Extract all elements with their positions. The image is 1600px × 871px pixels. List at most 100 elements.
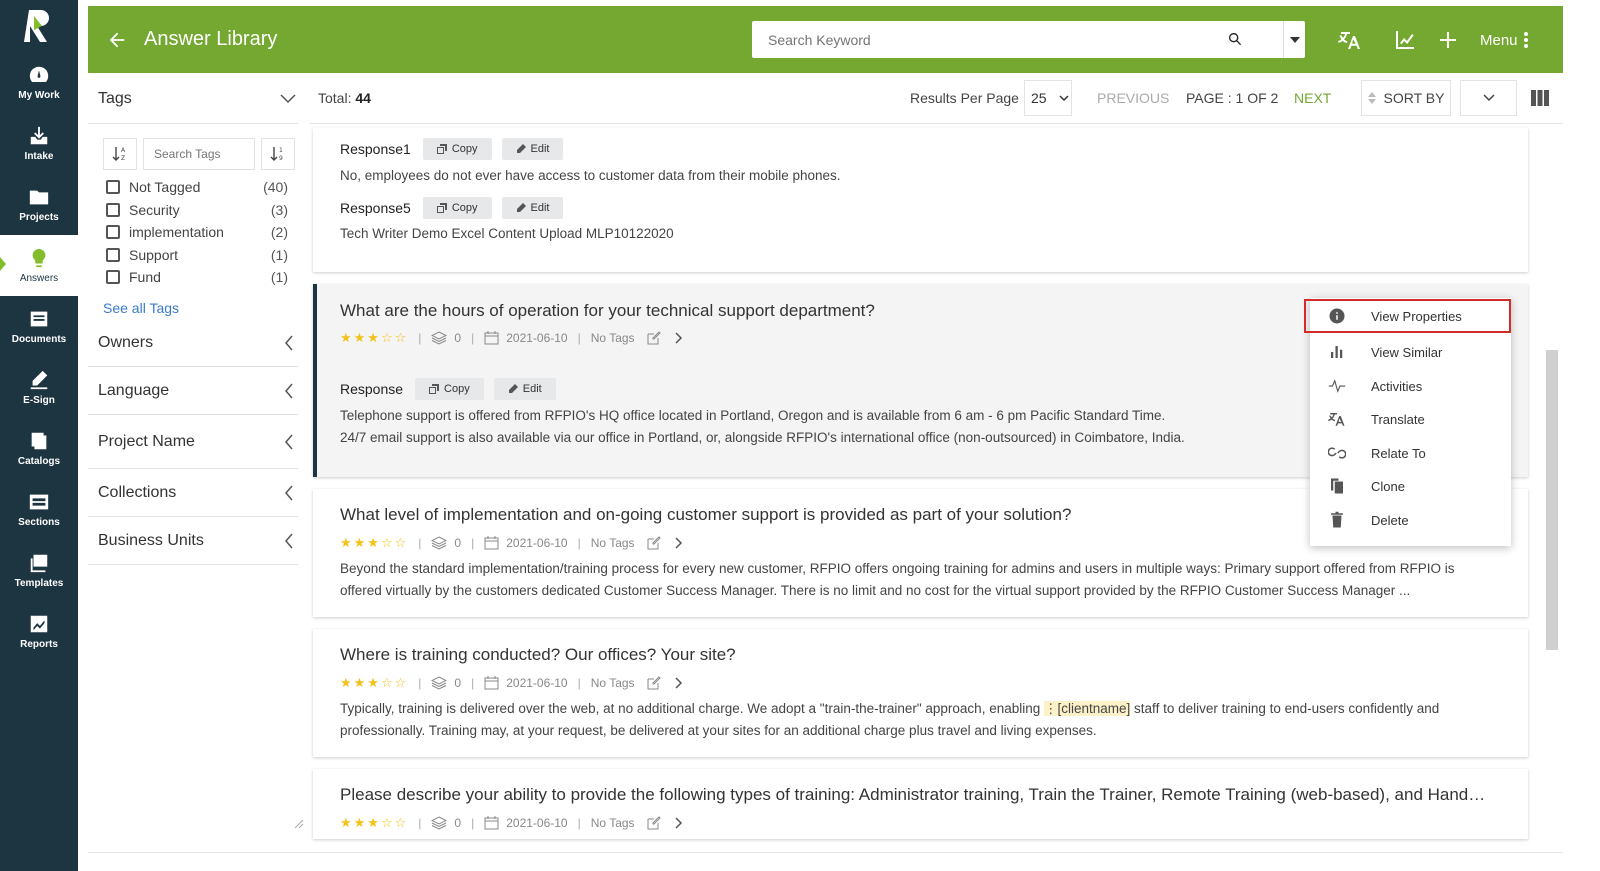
back-arrow-icon[interactable] bbox=[106, 29, 128, 51]
language-filter[interactable]: Language bbox=[88, 367, 298, 415]
edit-tags-icon[interactable] bbox=[647, 676, 661, 690]
date-value: 2021-06-10 bbox=[506, 536, 568, 550]
app-header: Answer Library Menu bbox=[88, 6, 1563, 73]
tag-option[interactable]: Security (3) bbox=[106, 199, 288, 222]
answer-card[interactable]: Where is training conducted? Our offices… bbox=[313, 629, 1528, 757]
date-value: 2021-06-10 bbox=[506, 816, 568, 830]
rating-stars[interactable]: ★★★☆☆ bbox=[340, 330, 408, 346]
rating-stars[interactable]: ★★★☆☆ bbox=[340, 675, 408, 691]
tag-count: (3) bbox=[270, 201, 288, 218]
menu-item-activities[interactable]: Activities bbox=[1310, 369, 1511, 403]
nav-label: Intake bbox=[24, 151, 54, 162]
edit-label: Edit bbox=[530, 143, 550, 155]
pencil-icon bbox=[508, 384, 518, 393]
chevron-down-icon bbox=[1482, 94, 1495, 102]
nav-templates[interactable]: Templates bbox=[0, 540, 78, 601]
filter-section-title: Business Units bbox=[98, 531, 204, 549]
next-page-button[interactable]: NEXT bbox=[1294, 90, 1331, 106]
nav-documents[interactable]: Documents bbox=[0, 296, 78, 357]
menu-button[interactable]: Menu bbox=[1480, 32, 1518, 49]
tag-option[interactable]: Support (1) bbox=[106, 244, 288, 267]
tags-filter-header[interactable]: Tags bbox=[88, 74, 298, 124]
analytics-chart-icon[interactable] bbox=[1393, 28, 1417, 52]
copy-button[interactable]: Copy bbox=[422, 138, 492, 160]
owners-filter[interactable]: Owners bbox=[88, 319, 298, 367]
variable-placeholder[interactable]: ⋮[clientname] bbox=[1044, 701, 1131, 716]
calendar-icon bbox=[484, 331, 499, 345]
resize-handle-icon[interactable] bbox=[294, 819, 304, 829]
menu-item-delete[interactable]: Delete bbox=[1310, 503, 1511, 537]
sort-by-button[interactable]: SORT BY bbox=[1361, 80, 1451, 116]
usage-count-value: 0 bbox=[454, 536, 462, 550]
rating-stars[interactable]: ★★★☆☆ bbox=[340, 535, 408, 551]
edit-tags-icon[interactable] bbox=[647, 816, 661, 830]
question-title[interactable]: What are the hours of operation for your… bbox=[340, 301, 875, 321]
nav-sections[interactable]: Sections bbox=[0, 479, 78, 540]
nav-catalogs[interactable]: Catalogs bbox=[0, 418, 78, 479]
search-tags-input[interactable] bbox=[143, 138, 255, 170]
edit-tags-icon[interactable] bbox=[647, 536, 661, 550]
question-title[interactable]: Where is training conducted? Our offices… bbox=[340, 645, 736, 665]
copy-icon bbox=[436, 203, 447, 213]
checkbox[interactable] bbox=[106, 270, 120, 285]
nav-projects[interactable]: Projects bbox=[0, 174, 78, 235]
chevron-right-icon[interactable] bbox=[675, 817, 683, 829]
nav-esign[interactable]: E-Sign bbox=[0, 357, 78, 418]
nav-my-work[interactable]: My Work bbox=[0, 52, 78, 113]
chevron-right-icon[interactable] bbox=[675, 332, 683, 344]
edit-button[interactable]: Edit bbox=[493, 378, 556, 400]
see-all-tags-link[interactable]: See all Tags bbox=[103, 300, 179, 316]
answer-card[interactable]: Response1 Copy Edit No, employees do not… bbox=[313, 128, 1528, 272]
tag-option[interactable]: implementation (2) bbox=[106, 221, 288, 244]
previous-page-button[interactable]: PREVIOUS bbox=[1097, 90, 1169, 106]
nav-answers[interactable]: Answers bbox=[0, 235, 78, 296]
search-input[interactable] bbox=[752, 31, 1222, 48]
sort-direction-dropdown[interactable] bbox=[1460, 80, 1517, 116]
nav-intake[interactable]: Intake bbox=[0, 113, 78, 174]
edit-button[interactable]: Edit bbox=[501, 138, 564, 160]
business-units-filter[interactable]: Business Units bbox=[88, 517, 298, 565]
app-logo[interactable] bbox=[0, 0, 78, 52]
response-header: Response Copy Edit bbox=[340, 378, 556, 400]
copy-button[interactable]: Copy bbox=[415, 378, 484, 400]
filters-panel: Tags AZ 19 Not Tagged (40) Security (3) im… bbox=[88, 74, 304, 854]
menu-item-view-similar[interactable]: View Similar bbox=[1310, 335, 1511, 369]
menu-item-relate-to[interactable]: Relate To bbox=[1310, 436, 1511, 470]
menu-item-translate[interactable]: Translate bbox=[1310, 402, 1511, 436]
plus-icon[interactable] bbox=[1436, 28, 1460, 52]
checkbox[interactable] bbox=[106, 225, 120, 240]
sort-count-button[interactable]: 19 bbox=[261, 138, 295, 170]
checkbox[interactable] bbox=[106, 180, 120, 195]
column-view-icon[interactable] bbox=[1531, 90, 1549, 106]
answer-card[interactable]: Please describe your ability to provide … bbox=[313, 769, 1528, 839]
translate-icon[interactable] bbox=[1338, 28, 1362, 52]
question-title[interactable]: What level of implementation and on-goin… bbox=[340, 505, 1071, 525]
menu-item-view-properties[interactable]: View Properties bbox=[1304, 299, 1511, 333]
menu-item-clone[interactable]: Clone bbox=[1310, 469, 1511, 503]
tag-option[interactable]: Not Tagged (40) bbox=[106, 176, 288, 199]
project-name-filter[interactable]: Project Name bbox=[88, 415, 298, 469]
results-scrollbar-thumb[interactable] bbox=[1546, 350, 1558, 650]
more-vertical-icon[interactable] bbox=[1523, 30, 1529, 50]
checkbox[interactable] bbox=[106, 247, 120, 262]
collections-filter[interactable]: Collections bbox=[88, 469, 298, 517]
usage-count-value: 0 bbox=[454, 816, 462, 830]
total-label: Total: bbox=[318, 90, 352, 106]
copy-button[interactable]: Copy bbox=[422, 197, 492, 219]
search-icon[interactable] bbox=[1227, 31, 1243, 47]
nav-reports[interactable]: Reports bbox=[0, 601, 78, 662]
chevron-right-icon[interactable] bbox=[675, 537, 683, 549]
rating-stars[interactable]: ★★★☆☆ bbox=[340, 815, 408, 831]
answer-meta: ★★★☆☆ | 0 | 2021-06-10 | No Tags bbox=[340, 535, 683, 551]
results-per-page-select[interactable]: 25 bbox=[1024, 80, 1072, 116]
total-value: 44 bbox=[355, 90, 371, 106]
question-title[interactable]: Please describe your ability to provide … bbox=[340, 785, 1485, 805]
checkbox[interactable] bbox=[106, 202, 120, 217]
chevron-right-icon[interactable] bbox=[675, 677, 683, 689]
edit-button[interactable]: Edit bbox=[501, 197, 564, 219]
sort-alpha-button[interactable]: AZ bbox=[103, 138, 137, 170]
edit-tags-icon[interactable] bbox=[647, 331, 661, 345]
tag-option[interactable]: Fund (1) bbox=[106, 266, 288, 289]
chevron-left-icon bbox=[285, 383, 293, 398]
search-options-dropdown[interactable] bbox=[1283, 21, 1305, 58]
